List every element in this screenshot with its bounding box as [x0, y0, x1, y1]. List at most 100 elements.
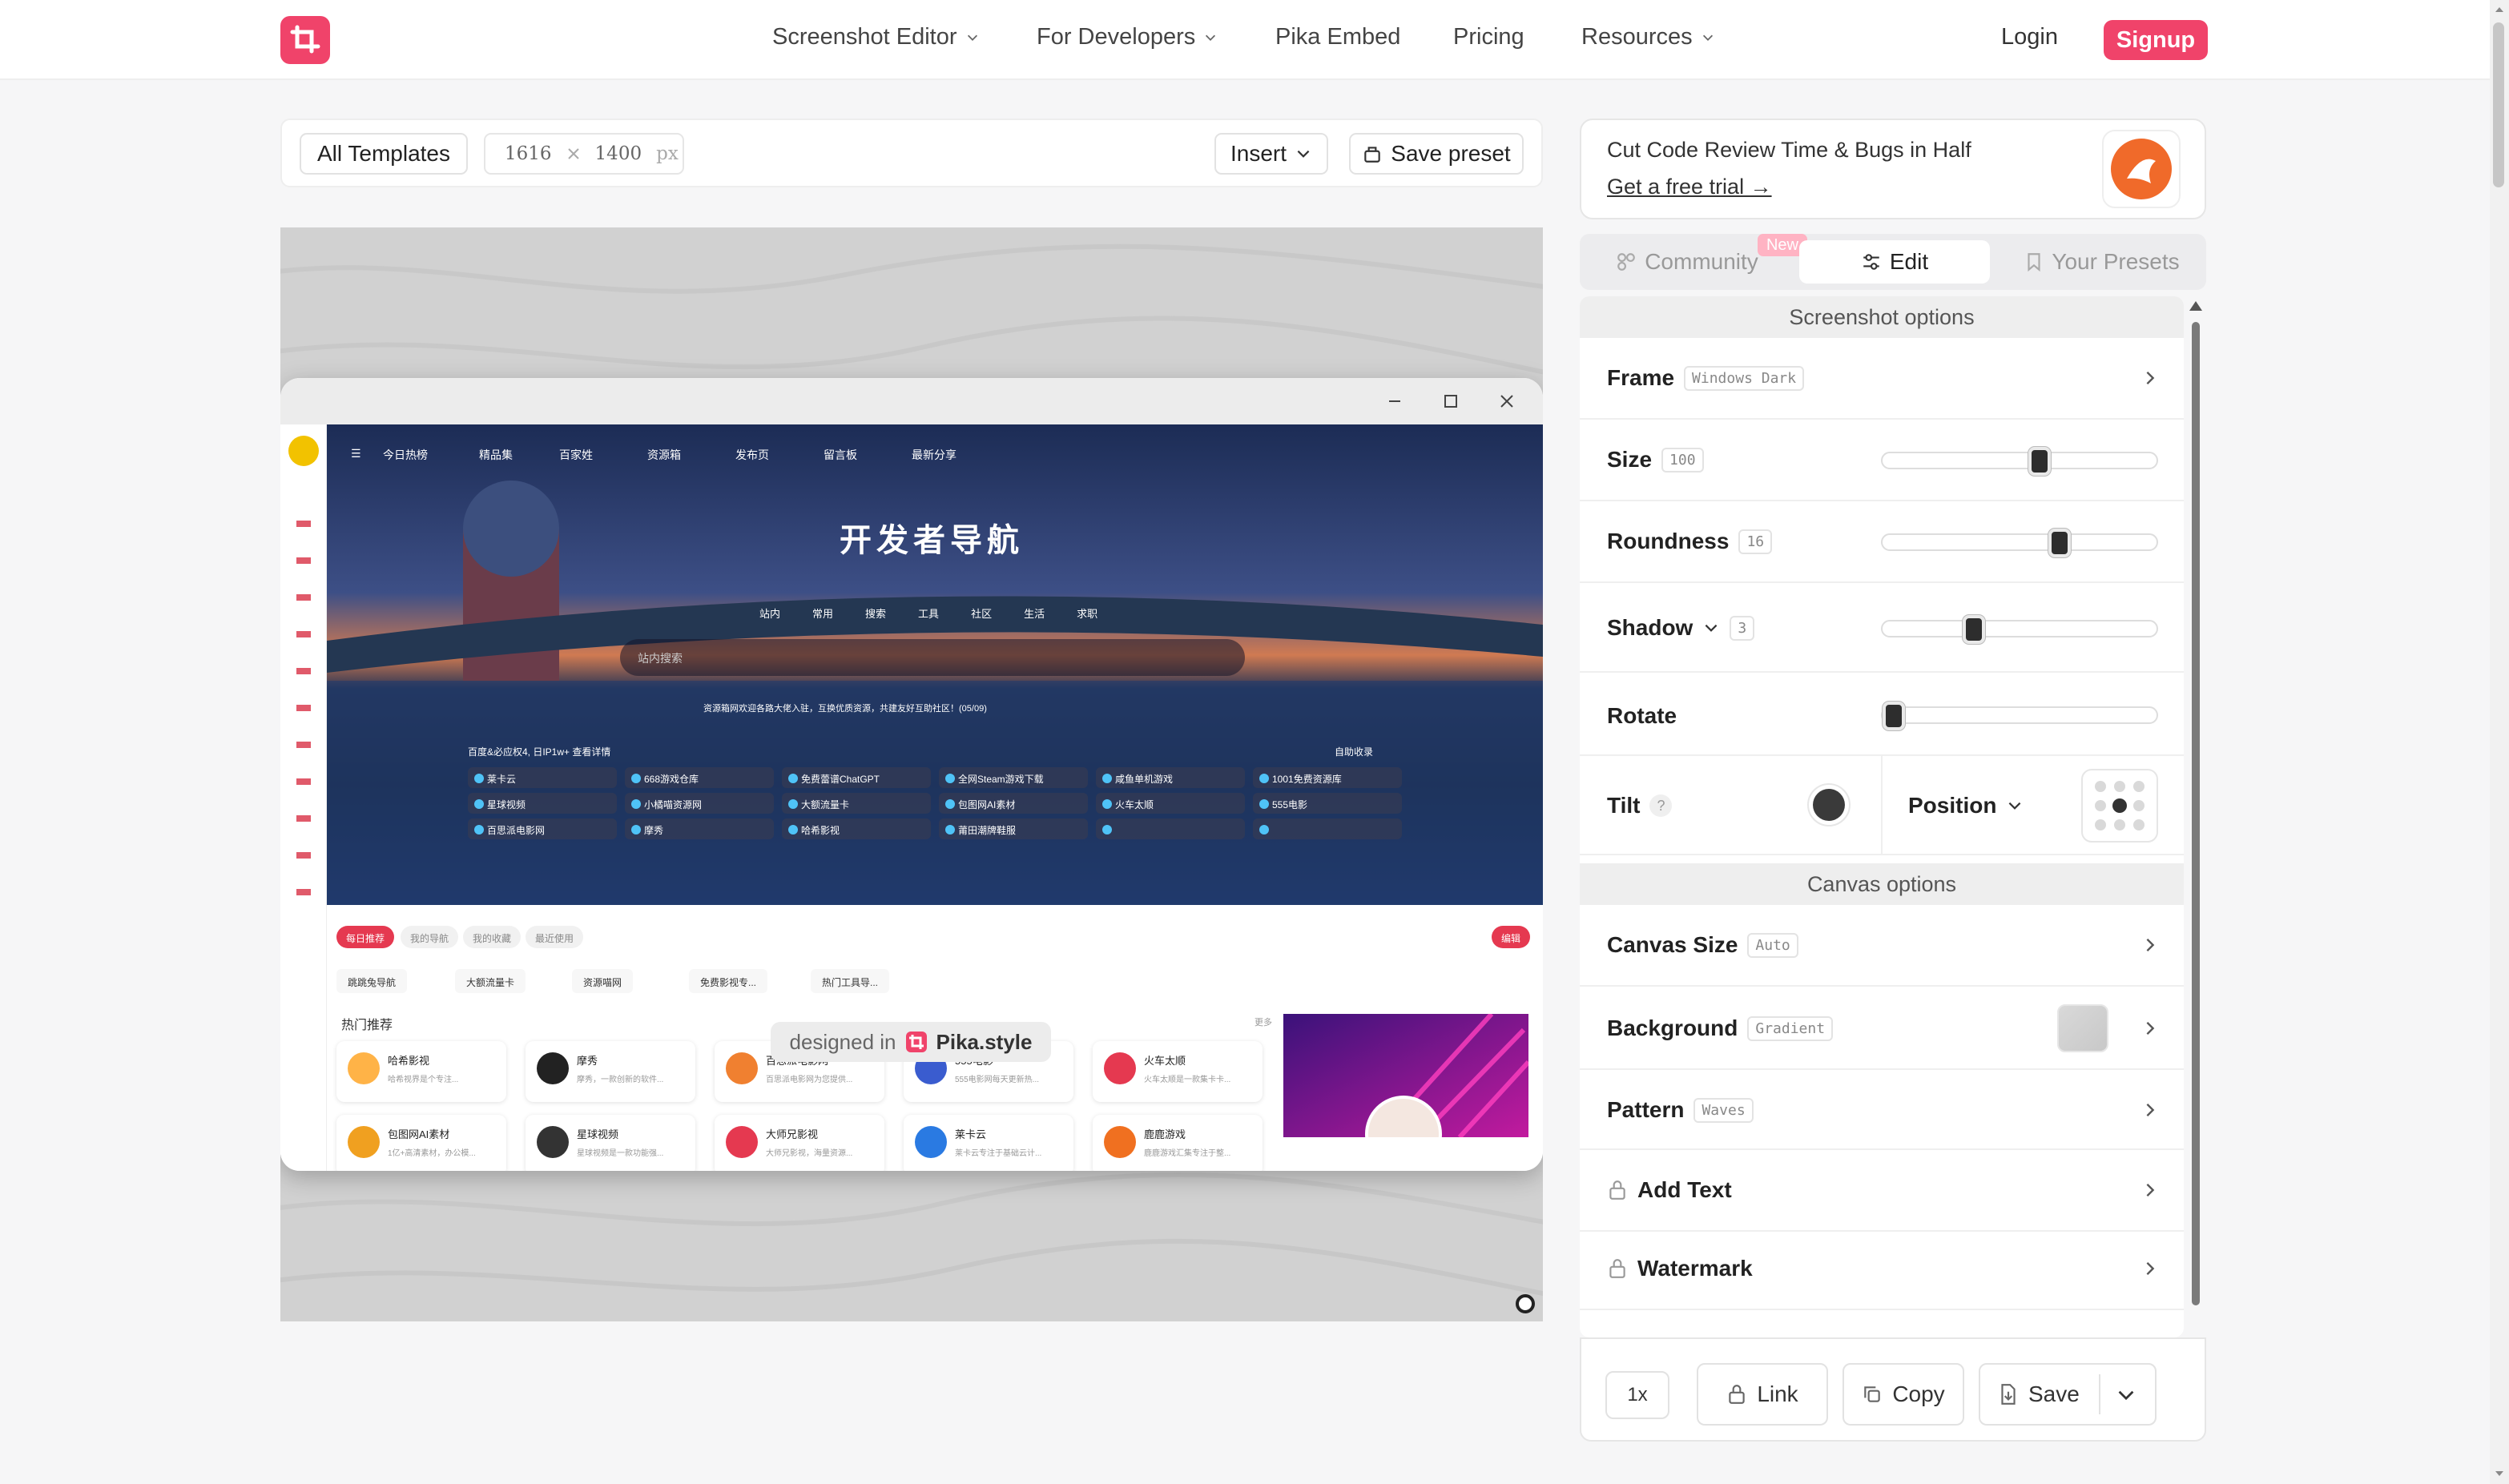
scroll-up-arrow-icon[interactable] — [2493, 3, 2506, 16]
site-avatar — [288, 436, 319, 466]
position-grid[interactable] — [2081, 769, 2158, 843]
save-label: Save — [2028, 1381, 2080, 1406]
nav-for-developers[interactable]: For Developers — [1037, 24, 1218, 50]
pika-logo[interactable] — [280, 16, 330, 64]
roundness-slider-thumb[interactable] — [2048, 529, 2071, 557]
tilt-position-row: Tilt ? Position — [1580, 756, 2184, 855]
copy-button[interactable]: Copy — [1842, 1363, 1964, 1426]
unit-label: px — [656, 143, 679, 164]
tab-label: Community — [1645, 249, 1758, 274]
rotate-slider-thumb[interactable] — [1883, 702, 1905, 730]
card-desc: 大师兄影视，海量资源... — [766, 1149, 853, 1158]
pattern-value: Waves — [1693, 1097, 1754, 1123]
all-templates-button[interactable]: All Templates — [300, 133, 468, 175]
card-desc: 摩秀，一款创新的软件... — [577, 1076, 664, 1084]
site-sidebar — [280, 424, 327, 1171]
nav-resources[interactable]: Resources — [1581, 24, 1715, 50]
size-slider[interactable] — [1881, 447, 2158, 476]
site-search-input: 站内搜索 — [620, 639, 1245, 676]
pattern-row[interactable]: Pattern Waves — [1580, 1070, 2184, 1150]
tab-label: Edit — [1889, 249, 1929, 274]
chevron-right-icon — [2146, 1021, 2155, 1036]
shadow-label-wrap[interactable]: Shadow 3 — [1607, 615, 1755, 641]
options-scrollbar[interactable] — [2187, 296, 2205, 1450]
nav-label: Screenshot Editor — [772, 24, 957, 50]
site-link-card: 555电影 — [1253, 793, 1402, 814]
shadow-slider-thumb[interactable] — [1963, 615, 1985, 644]
rotate-slider[interactable] — [1881, 702, 2158, 730]
shadow-value: 3 — [1730, 615, 1755, 641]
page-scrollbar-thumb[interactable] — [2493, 22, 2504, 187]
save-preset-button[interactable]: Save preset — [1349, 133, 1524, 175]
nav-label: Pika Embed — [1275, 24, 1401, 50]
page-scrollbar[interactable] — [2490, 0, 2509, 1484]
card-desc: 哈希视界是个专注... — [388, 1076, 459, 1084]
frame-label-wrap: Frame Windows Dark — [1607, 365, 1805, 391]
site-link-card: 668游戏仓库 — [625, 767, 774, 788]
site-hero: ☰ 今日热榜 精品集 百家姓 资源箱 发布页 留言板 最新分享 开发者导航 站内… — [327, 424, 1543, 905]
link-button[interactable]: Link — [1697, 1363, 1828, 1426]
nav-screenshot-editor[interactable]: Screenshot Editor — [772, 24, 980, 50]
insert-button[interactable]: Insert — [1214, 133, 1328, 175]
canvas-size-row[interactable]: Canvas Size Auto — [1580, 905, 2184, 987]
nav-label: Pricing — [1453, 24, 1524, 50]
insert-label: Insert — [1230, 141, 1287, 166]
ad-link[interactable]: Get a free trial → — [1607, 175, 1772, 199]
divider — [2099, 1374, 2100, 1414]
site-link-card: 百思派电影网 — [468, 818, 617, 839]
nav-label: For Developers — [1037, 24, 1196, 50]
watermark-row[interactable]: Watermark — [1580, 1232, 2184, 1310]
card-name: 星球视频 — [577, 1128, 619, 1140]
card-desc: 百思派电影网为您提供... — [766, 1076, 853, 1084]
tilt-knob[interactable] — [1807, 783, 1851, 826]
canvas-preview[interactable]: ☰ 今日热榜 精品集 百家姓 资源箱 发布页 留言板 最新分享 开发者导航 站内… — [280, 227, 1543, 1321]
size-label: Size — [1607, 447, 1653, 472]
site-tab: 我的收藏 — [463, 926, 522, 948]
height-value[interactable]: 1400 — [595, 143, 642, 164]
scroll-down-arrow-icon[interactable] — [2493, 1467, 2506, 1480]
position-label-wrap[interactable]: Position — [1908, 793, 2024, 818]
shadow-slider[interactable] — [1881, 615, 2158, 644]
tab-community[interactable]: Community — [1589, 240, 1785, 284]
help-icon[interactable]: ? — [1649, 794, 1673, 817]
site-menu-item: 精品集 — [479, 448, 513, 461]
search-tab: 常用 — [812, 608, 834, 620]
login-link[interactable]: Login — [2001, 24, 2058, 50]
card-app-icon — [537, 1126, 569, 1158]
site-promo-banner — [1283, 1014, 1528, 1137]
size-slider-thumb[interactable] — [2028, 447, 2051, 476]
nav-pika-embed[interactable]: Pika Embed — [1275, 24, 1400, 50]
site-link-card: 莆田潮牌鞋服 — [939, 818, 1088, 839]
card-name: 大师兄影视 — [766, 1128, 819, 1140]
site-link-card: 哈希影视 — [782, 818, 931, 839]
background-swatch[interactable] — [2057, 1004, 2108, 1052]
chevron-down-icon — [2009, 802, 2021, 810]
search-tab: 社区 — [971, 608, 993, 620]
card-name: 火车太顺 — [1144, 1055, 1186, 1067]
site-tab: 最近使用 — [526, 926, 584, 948]
site-link-card: 免费蕾谱ChatGPT — [782, 767, 931, 788]
width-value[interactable]: 1616 — [505, 143, 552, 164]
site-quick-links: 跳跳兔导航 大额流量卡 资源喵网 免费影视专... 热门工具导... — [336, 969, 1298, 996]
credit-brand: Pika.style — [936, 1029, 1033, 1054]
site-link-card: 小橘喵资源网 — [625, 793, 774, 814]
chevron-down-icon[interactable] — [2115, 1384, 2137, 1406]
site-quick-link: 大额流量卡 — [455, 969, 526, 993]
frame-row[interactable]: Frame Windows Dark — [1580, 338, 2184, 420]
site-recommend-card: 鹿鹿游戏 鹿鹿游戏汇集专注于整... — [1093, 1115, 1263, 1171]
scale-select[interactable]: 1x — [1605, 1371, 1669, 1419]
resize-handle-icon[interactable] — [1514, 1293, 1536, 1315]
roundness-slider[interactable] — [1881, 529, 2158, 557]
tilt-label-wrap: Tilt ? — [1607, 793, 1673, 818]
tab-edit[interactable]: Edit — [1799, 240, 1990, 284]
add-text-row[interactable]: Add Text — [1580, 1150, 2184, 1232]
search-tab: 生活 — [1024, 608, 1045, 620]
rotate-label: Rotate — [1607, 703, 1677, 728]
nav-pricing[interactable]: Pricing — [1453, 24, 1524, 50]
signup-button[interactable]: Signup — [2104, 20, 2208, 60]
card-desc: 1亿+高清素材，办公模... — [388, 1149, 476, 1158]
roundness-label-wrap: Roundness 16 — [1607, 529, 1773, 554]
background-row[interactable]: Background Gradient — [1580, 987, 2184, 1070]
tab-your-presets[interactable]: Your Presets — [2004, 240, 2200, 284]
chevron-right-icon — [2146, 1261, 2155, 1276]
